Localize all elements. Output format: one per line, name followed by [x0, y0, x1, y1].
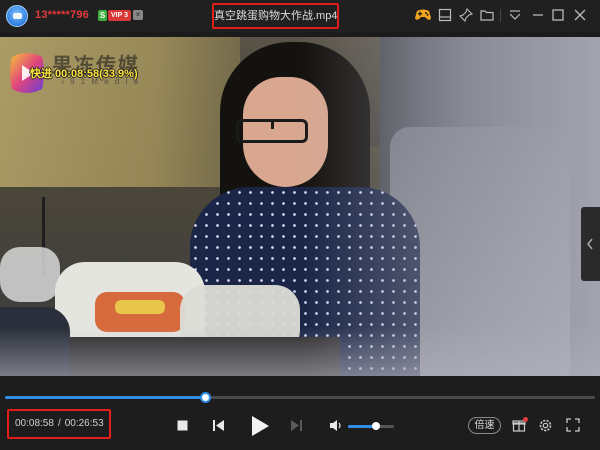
progress-bar[interactable]	[5, 392, 595, 403]
volume-slider[interactable]	[348, 422, 394, 430]
side-panel-toggle[interactable]	[581, 207, 600, 281]
panel-layout-icon[interactable]	[438, 8, 452, 22]
chevron-left-icon	[587, 238, 593, 250]
total-time: 00:26:53	[64, 418, 104, 429]
video-scene-part	[0, 327, 600, 376]
progress-fill	[5, 396, 205, 399]
folder-icon[interactable]	[480, 8, 494, 22]
previous-icon[interactable]	[212, 419, 225, 432]
video-scene-part	[300, 37, 600, 376]
maximize-icon[interactable]	[551, 8, 565, 22]
time-display: 00:08:58/00:26:53	[7, 409, 111, 439]
seek-osd-text: 快进 00:08:58(33.9%)	[30, 68, 138, 80]
vip-level-badge: VIP 3	[108, 10, 131, 21]
video-scene-part	[236, 119, 308, 143]
notification-dot	[523, 417, 528, 422]
playback-speed-button[interactable]: 倍速	[468, 417, 501, 434]
video-frame[interactable]: 果冻传媒 i 9 1 M e d i a 快进 00:08:58(33.9%)	[0, 37, 600, 376]
svip-badge: S	[98, 10, 107, 21]
username-label[interactable]: 13*****796	[35, 9, 89, 21]
time-separator: /	[57, 418, 61, 429]
volume-icon[interactable]	[329, 419, 343, 432]
stop-icon[interactable]	[177, 420, 188, 431]
current-time: 00:08:58	[15, 418, 54, 429]
gamepad-icon[interactable]	[414, 7, 432, 22]
progress-handle[interactable]	[200, 392, 211, 403]
toolbar-divider	[500, 9, 501, 22]
play-icon[interactable]	[249, 414, 271, 438]
pin-icon[interactable]	[459, 8, 473, 22]
badge-close-icon[interactable]: ×	[133, 10, 143, 20]
dropdown-menu-icon[interactable]	[508, 8, 522, 22]
fullscreen-icon[interactable]	[566, 418, 580, 432]
title-bar: 13*****796 S VIP 3 × 真空跳蛋购物大作战.mp4	[0, 0, 600, 32]
playback-controls: 00:08:58/00:26:53 倍速	[0, 376, 600, 450]
video-scene-part	[95, 292, 185, 332]
file-title: 真空跳蛋购物大作战.mp4	[212, 3, 339, 29]
volume-handle[interactable]	[371, 422, 380, 430]
minimize-icon[interactable]	[531, 8, 545, 22]
next-icon[interactable]	[290, 419, 303, 432]
settings-gear-icon[interactable]	[538, 418, 553, 433]
video-scene-part	[0, 247, 60, 302]
close-icon[interactable]	[573, 8, 587, 22]
user-avatar-icon[interactable]	[6, 5, 28, 27]
